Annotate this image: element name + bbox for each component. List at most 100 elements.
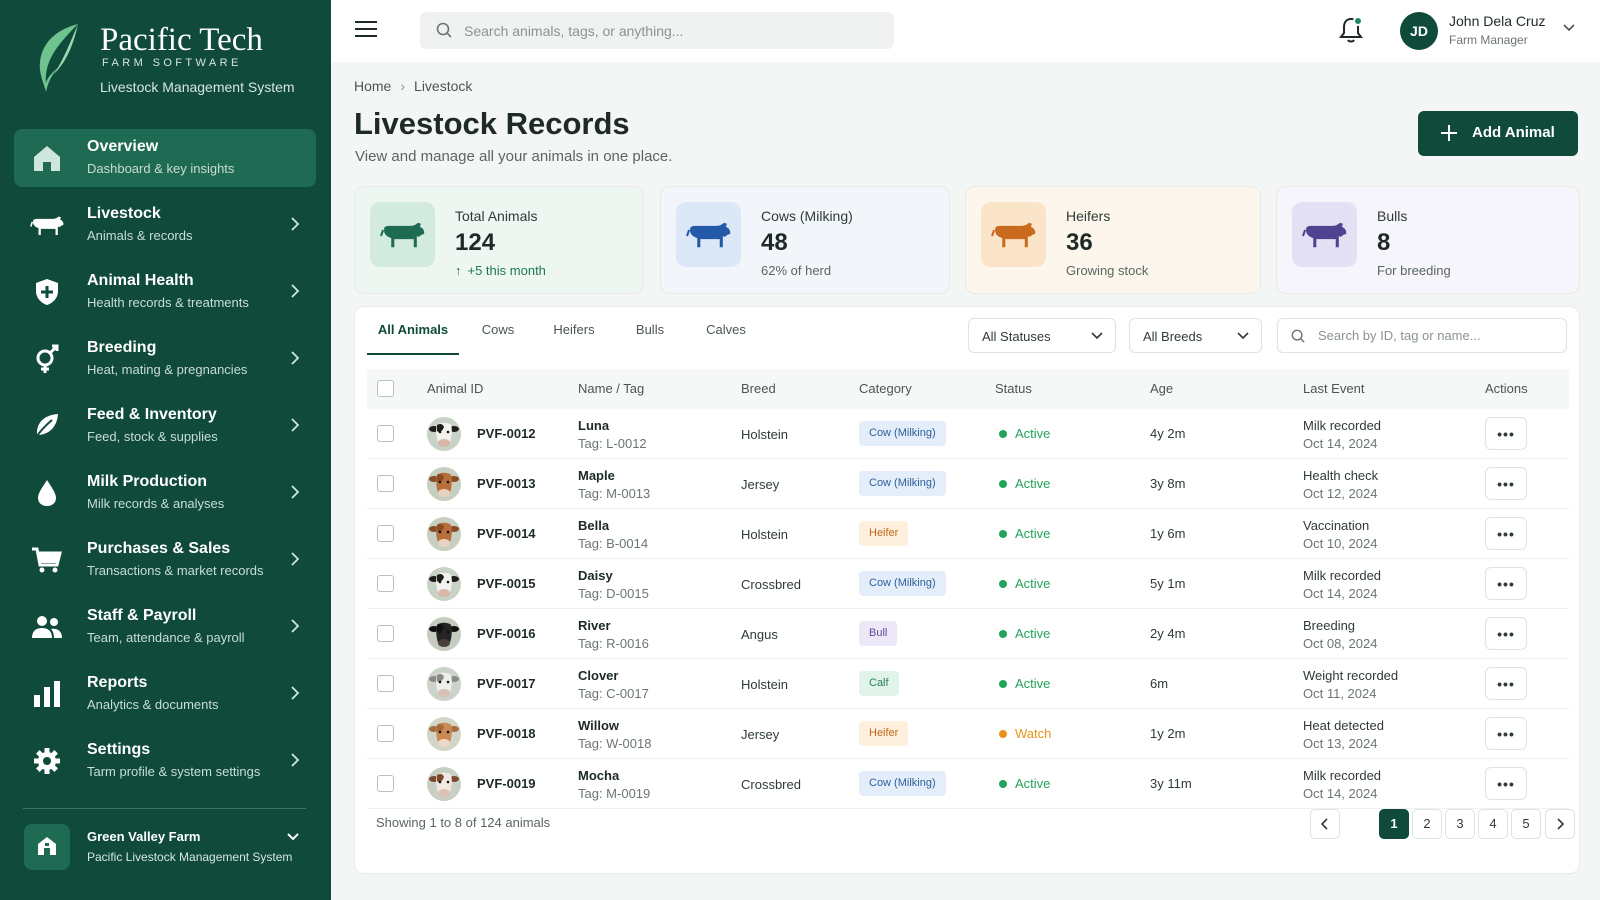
- row-checkbox[interactable]: [377, 775, 394, 792]
- sidebar-item-animal-health[interactable]: Animal Health Health records & treatment…: [14, 263, 316, 321]
- sidebar-item-reports[interactable]: Reports Analytics & documents: [14, 665, 316, 723]
- sidebar-item-milk-production[interactable]: Milk Production Milk records & analyses: [14, 464, 316, 522]
- category-badge: Cow (Milking): [859, 571, 946, 596]
- table-search[interactable]: [1277, 318, 1567, 353]
- table-search-input[interactable]: [1318, 319, 1558, 352]
- page-button[interactable]: 1: [1379, 809, 1409, 839]
- sidebar-item-description: Milk records & analyses: [87, 496, 225, 511]
- row-checkbox[interactable]: [377, 575, 394, 592]
- prev-page-button[interactable]: [1310, 809, 1340, 839]
- sidebar-item-livestock[interactable]: Livestock Animals & records: [14, 196, 316, 254]
- table-row[interactable]: PVF-0014 Bella Tag: B-0014 Holstein Heif…: [367, 509, 1569, 559]
- breed-filter[interactable]: All Breeds: [1129, 318, 1262, 353]
- global-search-input[interactable]: [464, 12, 874, 49]
- row-checkbox[interactable]: [377, 525, 394, 542]
- animal-id[interactable]: PVF-0013: [477, 476, 536, 491]
- page-button[interactable]: 3: [1445, 809, 1475, 839]
- animal-id[interactable]: PVF-0019: [477, 776, 536, 791]
- animal-id[interactable]: PVF-0018: [477, 726, 536, 741]
- breadcrumb-home[interactable]: Home: [354, 78, 391, 94]
- column-header[interactable]: Last Event: [1303, 381, 1364, 396]
- sidebar-item-feed-inventory[interactable]: Feed & Inventory Feed, stock & supplies: [14, 397, 316, 455]
- sidebar-item-staff-payroll[interactable]: Staff & Payroll Team, attendance & payro…: [14, 598, 316, 656]
- avatar[interactable]: JD: [1400, 12, 1438, 50]
- column-header[interactable]: Breed: [741, 381, 776, 396]
- row-actions-button[interactable]: •••: [1485, 467, 1527, 500]
- animal-age: 2y 4m: [1150, 626, 1186, 641]
- chevron-down-icon[interactable]: [1563, 24, 1575, 32]
- table-row[interactable]: PVF-0016 River Tag: R-0016 Angus Bull Ac…: [367, 609, 1569, 659]
- sidebar-item-purchases-sales[interactable]: Purchases & Sales Transactions & market …: [14, 531, 316, 589]
- table-row[interactable]: PVF-0019 Mocha Tag: M-0019 Crossbred Cow…: [367, 759, 1569, 809]
- last-event: Health check: [1303, 468, 1379, 483]
- sidebar-item-description: Feed, stock & supplies: [87, 429, 218, 444]
- animal-id[interactable]: PVF-0015: [477, 576, 536, 591]
- category-badge: Calf: [859, 671, 899, 696]
- brand[interactable]: Pacific Tech FARM SOFTWARE Livestock Man…: [30, 18, 310, 98]
- row-checkbox[interactable]: [377, 425, 394, 442]
- tab-cows[interactable]: Cows: [471, 315, 525, 355]
- table-body: PVF-0012 Luna Tag: L-0012 Holstein Cow (…: [367, 409, 1569, 809]
- select-all-checkbox[interactable]: [377, 380, 394, 397]
- next-page-button[interactable]: [1545, 809, 1575, 839]
- page-button[interactable]: 2: [1412, 809, 1442, 839]
- row-checkbox[interactable]: [377, 475, 394, 492]
- status-dot: [999, 480, 1007, 488]
- stat-card-cows-milking[interactable]: Cows (Milking) 48 62% of herd: [660, 186, 950, 294]
- row-actions-button[interactable]: •••: [1485, 667, 1527, 700]
- animal-id[interactable]: PVF-0012: [477, 426, 536, 441]
- table-row[interactable]: PVF-0017 Clover Tag: C-0017 Holstein Cal…: [367, 659, 1569, 709]
- animal-tag: Tag: R-0016: [578, 636, 649, 651]
- livestock-table-panel: All Animals Cows Heifers Bulls Calves All St…: [354, 306, 1580, 874]
- farm-switcher[interactable]: Green Valley Farm Pacific Livestock Mana…: [14, 818, 316, 884]
- search-icon: [1291, 329, 1305, 343]
- sidebar-item-settings[interactable]: Settings Tarm profile & system settings: [14, 732, 316, 790]
- column-header[interactable]: Age: [1150, 381, 1173, 396]
- table-row[interactable]: PVF-0015 Daisy Tag: D-0015 Crossbred Cow…: [367, 559, 1569, 609]
- tab-calves[interactable]: Calves: [695, 315, 757, 355]
- row-actions-button[interactable]: •••: [1485, 567, 1527, 600]
- row-actions-button[interactable]: •••: [1485, 417, 1527, 450]
- column-header[interactable]: Status: [995, 381, 1032, 396]
- menu-icon[interactable]: [355, 20, 377, 38]
- user-name[interactable]: John Dela Cruz: [1449, 13, 1546, 29]
- global-search[interactable]: [420, 12, 894, 49]
- animal-id[interactable]: PVF-0014: [477, 526, 536, 541]
- stat-card-heifers[interactable]: Heifers 36 Growing stock: [965, 186, 1261, 294]
- sidebar-item-breeding[interactable]: Breeding Heat, mating & pregnancies: [14, 330, 316, 388]
- status-text: Active: [1015, 476, 1051, 491]
- sidebar-item-label: Staff & Payroll: [87, 607, 197, 624]
- table-row[interactable]: PVF-0013 Maple Tag: M-0013 Jersey Cow (M…: [367, 459, 1569, 509]
- sidebar-item-overview[interactable]: Overview Dashboard & key insights: [14, 129, 316, 187]
- add-animal-button[interactable]: Add Animal: [1418, 111, 1578, 156]
- tab-bulls[interactable]: Bulls: [623, 315, 677, 355]
- column-header[interactable]: Name / Tag: [578, 381, 644, 396]
- row-checkbox[interactable]: [377, 725, 394, 742]
- stat-card-total-animals[interactable]: Total Animals 124 ↑ +5 this month: [354, 186, 644, 294]
- row-actions-button[interactable]: •••: [1485, 617, 1527, 650]
- leaf-logo-icon: [39, 24, 78, 92]
- stat-note: ↑ +5 this month: [455, 263, 546, 278]
- house-icon: [38, 837, 56, 855]
- row-checkbox[interactable]: [377, 675, 394, 692]
- tab-heifers[interactable]: Heifers: [543, 315, 605, 355]
- page-button[interactable]: 5: [1511, 809, 1541, 839]
- animal-id[interactable]: PVF-0017: [477, 676, 536, 691]
- table-row[interactable]: PVF-0012 Luna Tag: L-0012 Holstein Cow (…: [367, 409, 1569, 459]
- status-filter-value: All Statuses: [982, 329, 1051, 344]
- stat-card-bulls[interactable]: Bulls 8 For breeding: [1276, 186, 1580, 294]
- table-row[interactable]: PVF-0018 Willow Tag: W-0018 Jersey Heife…: [367, 709, 1569, 759]
- status-filter[interactable]: All Statuses: [968, 318, 1116, 353]
- tab-all-animals[interactable]: All Animals: [367, 315, 459, 355]
- row-actions-button[interactable]: •••: [1485, 717, 1527, 750]
- animal-id[interactable]: PVF-0016: [477, 626, 536, 641]
- row-actions-button[interactable]: •••: [1485, 767, 1527, 800]
- last-event: Milk recorded: [1303, 418, 1382, 433]
- sidebar-item-description: Health records & treatments: [87, 295, 249, 310]
- chevron-down-icon: [1237, 332, 1249, 340]
- row-checkbox[interactable]: [377, 625, 394, 642]
- page-button[interactable]: 4: [1478, 809, 1508, 839]
- column-header[interactable]: Animal ID: [427, 381, 483, 396]
- row-actions-button[interactable]: •••: [1485, 517, 1527, 550]
- column-header[interactable]: Category: [859, 381, 912, 396]
